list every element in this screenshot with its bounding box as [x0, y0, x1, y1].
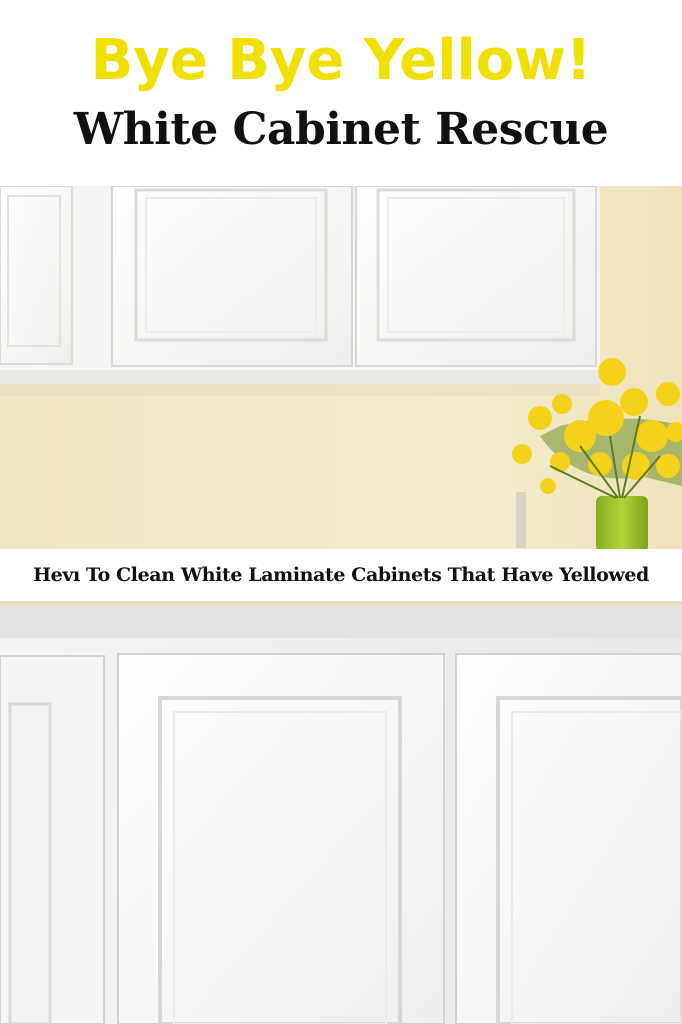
- caption-text: Hevı To Clean White Laminate Cabinets Th…: [33, 564, 649, 586]
- title-header: Bye Bye Yellow! White Cabinet Rescue: [0, 0, 682, 186]
- headline: Bye Bye Yellow!: [90, 28, 592, 93]
- upper-cabinets: [0, 186, 600, 396]
- subheadline: White Cabinet Rescue: [73, 104, 609, 155]
- kitchen-cabinet-photo: [0, 186, 682, 1024]
- lower-cabinets: [0, 606, 682, 1024]
- wall-outlet: [516, 492, 526, 548]
- caption-band: Hevı To Clean White Laminate Cabinets Th…: [0, 549, 682, 601]
